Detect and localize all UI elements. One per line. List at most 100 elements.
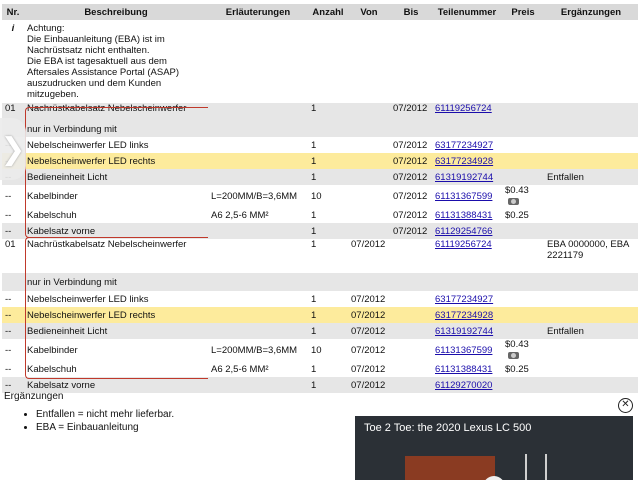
header-preis: Preis — [502, 4, 544, 20]
part-number-link[interactable]: 61129254766 — [435, 226, 492, 237]
cell-erlaeuterungen — [208, 169, 308, 185]
part-number-link[interactable]: 61119256724 — [435, 103, 492, 114]
cell-erlaeuterungen — [208, 121, 308, 137]
part-number-link[interactable]: 63177234928 — [435, 156, 493, 167]
cell-beschreibung: Bedieneinheit Licht — [24, 169, 208, 185]
cell-von — [348, 103, 390, 121]
cell-teilenummer: 63177234927 — [432, 291, 502, 307]
cell-nr: -- — [2, 223, 24, 239]
cell-erlaeuterungen — [208, 223, 308, 239]
cell-anzahl: 1 — [308, 223, 348, 239]
cell-erlaeuterungen: L=200MM/B=3,6MM — [211, 190, 298, 202]
cell-von: 07/2012 — [348, 307, 390, 323]
part-number-link[interactable]: 61131367599 — [435, 191, 492, 202]
part-number-link[interactable]: 61319192744 — [435, 172, 493, 183]
cell-teilenummer — [432, 273, 502, 291]
legend-list: Entfallen = nicht mehr lieferbar. EBA = … — [20, 408, 174, 434]
video-player[interactable]: Toe 2 Toe: the 2020 Lexus LC 500 — [355, 416, 633, 480]
cell-erlaeuterungen — [208, 103, 308, 121]
cell-preis — [502, 323, 544, 339]
cell-beschreibung: Nachrüstkabelsatz Nebelscheinwerfer — [24, 103, 208, 121]
part-number-link[interactable]: 61129270020 — [435, 380, 492, 391]
part-number-link[interactable]: 63177234927 — [435, 140, 493, 151]
cell-erlaeuterungen — [208, 307, 308, 323]
cell-preis — [502, 307, 544, 323]
chevron-right-icon: ❯ — [0, 132, 26, 166]
cell-anzahl: 1 — [311, 293, 317, 305]
cell-erlaeuterungen — [208, 377, 308, 393]
cell-von — [348, 207, 390, 223]
table-row: --Nebelscheinwerfer LED rechts107/201263… — [2, 153, 638, 169]
cell-ergaenzungen — [544, 377, 638, 393]
note-line: Die Einbauanleitung (EBA) ist im — [27, 34, 165, 45]
close-icon[interactable]: ✕ — [618, 398, 633, 413]
cell-ergaenzungen — [544, 223, 638, 239]
cell-bis — [390, 323, 432, 339]
part-number-link[interactable]: 61131367599 — [435, 345, 492, 356]
cell-ergaenzungen: EBA 0000000, EBA 2221179 — [547, 239, 629, 261]
cell-erlaeuterungen: A6 2,5-6 MM² — [211, 363, 269, 375]
cell-preis: $0.25 — [502, 361, 544, 377]
price-value: $0.25 — [505, 209, 529, 221]
part-number-link[interactable]: 61131388431 — [435, 364, 492, 375]
cell-beschreibung: Kabelbinder — [27, 190, 78, 202]
cell-ergaenzungen — [544, 153, 638, 169]
cell-bis — [390, 291, 432, 307]
cell-teilenummer: 61319192744 — [432, 169, 502, 185]
cell-preis — [502, 291, 544, 307]
header-anzahl: Anzahl — [308, 4, 348, 20]
table-header-row: Nr. Beschreibung Erläuterungen Anzahl Vo… — [2, 4, 638, 20]
cell-anzahl: 1 — [311, 139, 317, 151]
price-value: $0.43 — [505, 339, 529, 350]
table-row: --Bedieneinheit Licht107/201261319192744… — [2, 169, 638, 185]
cell-teilenummer: 61319192744 — [432, 323, 502, 339]
cell-von — [348, 223, 390, 239]
cell-erlaeuterungen — [208, 291, 308, 307]
cell-nr: -- — [5, 190, 12, 202]
header-beschreibung: Beschreibung — [24, 4, 208, 20]
header-erlaeuterungen: Erläuterungen — [208, 4, 308, 20]
cell-preis — [502, 239, 544, 273]
cell-bis: 07/2012 — [393, 209, 428, 221]
part-number-link[interactable]: 63177234928 — [435, 310, 493, 321]
side-nav-arrow[interactable]: ❯ — [0, 118, 26, 180]
cell-bis: 07/2012 — [393, 190, 428, 202]
cell-teilenummer: 63177234928 — [432, 153, 502, 169]
cell-anzahl: 1 — [308, 323, 348, 339]
cell-von — [348, 273, 390, 291]
cell-erlaeuterungen — [208, 239, 308, 273]
header-nr: Nr. — [2, 4, 24, 20]
header-teilenummer: Teilenummer — [432, 4, 502, 20]
cell-von — [348, 153, 390, 169]
cell-beschreibung: Nebelscheinwerfer LED links — [27, 293, 149, 305]
cell-bis — [390, 307, 432, 323]
part-number-link[interactable]: 63177234927 — [435, 294, 493, 305]
table-row: --Nebelscheinwerfer LED rechts107/201263… — [2, 307, 638, 323]
cell-teilenummer: 61129254766 — [432, 223, 502, 239]
cell-ergaenzungen: Entfallen — [544, 323, 638, 339]
part-number-link[interactable]: 61131388431 — [435, 210, 492, 221]
cell-teilenummer: 61131388431 — [432, 361, 502, 377]
cell-beschreibung: Kabelschuh — [27, 209, 77, 221]
cell-preis: $0.43 — [502, 339, 544, 361]
table-row: -- Kabelschuh A6 2,5-6 MM² 1 07/2012 61131388… — [2, 361, 638, 377]
cell-von: 07/2012 — [351, 344, 386, 356]
cell-erlaeuterungen — [208, 153, 308, 169]
part-number-link[interactable]: 61119256724 — [435, 239, 492, 250]
cell-anzahl — [308, 121, 348, 137]
camera-icon[interactable] — [508, 197, 519, 205]
cell-bis — [390, 361, 432, 377]
header-ergaenzungen: Ergänzungen — [544, 4, 638, 20]
cell-ergaenzungen — [544, 137, 638, 153]
cell-erlaeuterungen: L=200MM/B=3,6MM — [211, 344, 298, 356]
cell-ergaenzungen — [544, 307, 638, 323]
header-von: Von — [348, 4, 390, 20]
camera-icon[interactable] — [508, 351, 519, 359]
part-number-link[interactable]: 61319192744 — [435, 326, 493, 337]
cell-teilenummer: 61119256724 — [432, 239, 502, 273]
cell-von — [348, 169, 390, 185]
cell-teilenummer: 61131367599 — [432, 185, 502, 207]
table-row: nur in Verbindung mit — [2, 273, 638, 291]
parts-table: Nr. Beschreibung Erläuterungen Anzahl Vo… — [2, 4, 638, 393]
price-value: $0.25 — [505, 363, 529, 375]
